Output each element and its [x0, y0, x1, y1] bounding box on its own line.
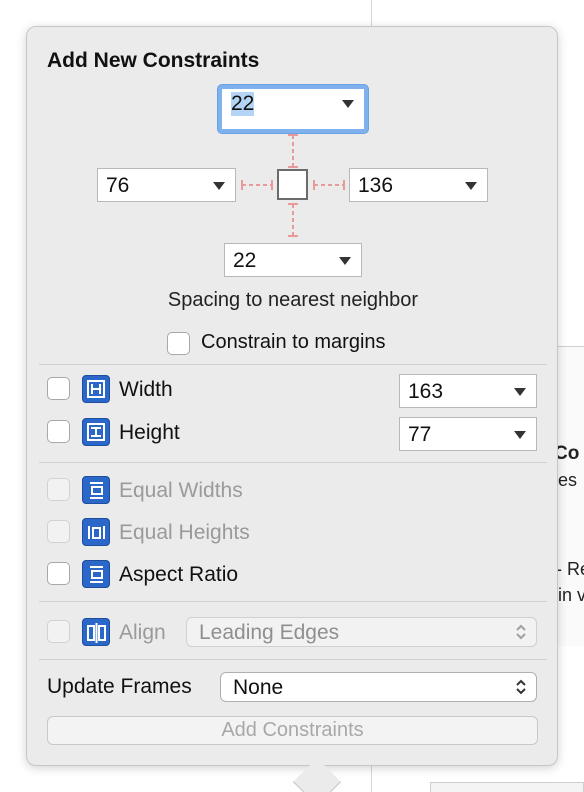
equal-heights-checkbox[interactable]: [47, 520, 70, 543]
popover-title: Add New Constraints: [47, 49, 260, 72]
background-fragment-text: - Re: [556, 559, 584, 579]
selected-view-box: [277, 169, 308, 200]
equal-widths-checkbox[interactable]: [47, 478, 70, 501]
right-spacing-field[interactable]: 136: [349, 168, 488, 202]
width-checkbox[interactable]: [47, 377, 70, 400]
chevron-down-icon[interactable]: [514, 431, 526, 439]
height-value-field[interactable]: 77: [399, 417, 537, 451]
update-frames-value: None: [233, 676, 284, 699]
aspect-ratio-label: Aspect Ratio: [119, 563, 239, 586]
update-frames-label: Update Frames: [47, 675, 192, 698]
top-spacing-value: 22: [231, 92, 255, 116]
constrain-to-margins-checkbox[interactable]: [167, 332, 190, 355]
aspect-ratio-icon: [82, 560, 110, 588]
bottom-spacing-field[interactable]: 22: [224, 243, 362, 277]
separator: [39, 364, 547, 365]
left-spacing-value: 76: [106, 174, 130, 197]
width-icon: [82, 375, 110, 403]
bottom-spacing-value: 22: [233, 249, 257, 272]
equal-widths-label: Equal Widths: [119, 479, 243, 502]
separator: [39, 601, 547, 602]
equal-heights-icon: [82, 518, 110, 546]
chevron-down-icon[interactable]: [339, 257, 351, 265]
right-strut-icon[interactable]: [312, 177, 346, 193]
width-value: 163: [408, 380, 444, 403]
chevron-down-icon[interactable]: [514, 388, 526, 396]
popover-arrow: [292, 757, 342, 792]
update-frames-popup[interactable]: None: [220, 672, 537, 702]
aspect-ratio-checkbox[interactable]: [47, 562, 70, 585]
height-icon: [82, 418, 110, 446]
align-icon: [82, 618, 110, 646]
spacing-caption: Spacing to nearest neighbor: [167, 289, 419, 311]
align-value: Leading Edges: [199, 621, 340, 644]
height-checkbox[interactable]: [47, 420, 70, 443]
separator: [39, 462, 547, 463]
add-constraints-button[interactable]: Add Constraints: [47, 716, 538, 745]
width-value-field[interactable]: 163: [399, 374, 537, 408]
background-bottom-box: [430, 782, 584, 792]
align-label: Align: [119, 621, 166, 644]
align-checkbox[interactable]: [47, 620, 70, 643]
chevron-down-icon[interactable]: [342, 100, 354, 108]
left-spacing-field[interactable]: 76: [97, 168, 236, 202]
constrain-to-margins-label: Constrain to margins: [201, 331, 386, 353]
updown-chevron-icon: [516, 624, 526, 640]
left-strut-icon[interactable]: [240, 177, 274, 193]
separator: [39, 659, 547, 660]
equal-heights-label: Equal Heights: [119, 521, 250, 544]
width-label: Width: [119, 378, 173, 401]
bottom-strut-icon[interactable]: [285, 202, 301, 238]
top-spacing-field[interactable]: 22: [218, 85, 368, 133]
updown-chevron-icon: [516, 679, 526, 695]
height-label: Height: [119, 421, 180, 444]
align-popup[interactable]: Leading Edges: [186, 617, 537, 647]
chevron-down-icon[interactable]: [213, 182, 225, 190]
background-fragment-text: in v: [558, 585, 584, 605]
add-constraints-popover: Add New Constraints 22 76 136 22 Spacing…: [26, 26, 558, 792]
right-spacing-value: 136: [358, 174, 394, 197]
background-fragment-text: es: [558, 470, 578, 490]
height-value: 77: [408, 423, 432, 446]
top-strut-icon[interactable]: [285, 133, 301, 169]
equal-widths-icon: [82, 476, 110, 504]
chevron-down-icon[interactable]: [465, 182, 477, 190]
